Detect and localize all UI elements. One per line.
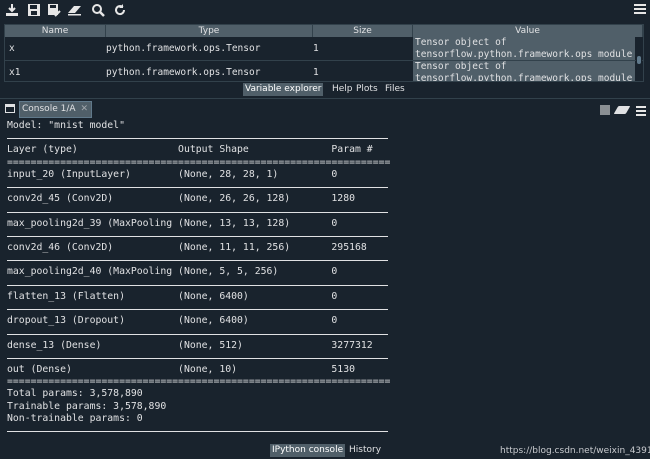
- console-rule: [7, 138, 388, 140]
- console-line: out (Dense) (None, 10) 5130: [7, 364, 355, 376]
- save-as-icon[interactable]: [46, 3, 62, 19]
- console-line: Total params: 3,578,890: [7, 388, 143, 400]
- cell-value: Tensor object of tensorflow.python.frame…: [413, 37, 635, 60]
- console-rule: [7, 284, 388, 286]
- cell-size: 1: [313, 43, 319, 54]
- tab-history[interactable]: History: [347, 444, 383, 457]
- download-icon[interactable]: [4, 3, 20, 19]
- stop-icon[interactable]: [600, 105, 610, 115]
- cell-name: x: [9, 43, 15, 54]
- console-rule: [7, 431, 388, 433]
- vertical-scrollbar[interactable]: [636, 38, 642, 80]
- pane-divider[interactable]: [0, 98, 650, 99]
- column-header-value[interactable]: Value: [413, 25, 643, 37]
- tab-console[interactable]: Console 1/A ✕: [19, 101, 92, 118]
- top-toolbar: [0, 0, 650, 22]
- console-text: Model: "mnist model" Layer (type) Output…: [7, 120, 390, 437]
- cell-value-line2: tensorflow.python.framework.ops module: [415, 72, 633, 82]
- console-menu-icon[interactable]: [636, 106, 646, 118]
- console-rule: [7, 309, 388, 311]
- cell-value: Tensor object of tensorflow.python.frame…: [413, 61, 635, 81]
- window-icon[interactable]: [5, 104, 15, 113]
- console-line: ========================================…: [7, 376, 391, 388]
- console-line: dense_13 (Dense) (None, 512) 3277312: [7, 339, 373, 351]
- console-tab-label: Console 1/A: [22, 104, 76, 114]
- tab-help[interactable]: Help: [330, 83, 355, 96]
- column-header-size[interactable]: Size: [313, 25, 413, 37]
- console-line: ========================================…: [7, 156, 391, 168]
- table-header: Name Type Size Value: [5, 25, 643, 37]
- console-line: max_pooling2d_40 (MaxPooling (None, 5, 5…: [7, 266, 338, 278]
- table-row[interactable]: x1 python.framework.ops.Tensor 1 Tensor …: [5, 61, 643, 84]
- tab-plots[interactable]: Plots: [354, 83, 380, 96]
- menu-icon[interactable]: [634, 4, 646, 16]
- cell-name: x1: [9, 67, 21, 78]
- refresh-icon[interactable]: [112, 3, 128, 19]
- console-tabbar: Console 1/A ✕: [0, 100, 650, 118]
- search-icon[interactable]: [90, 3, 106, 19]
- console-rule: [7, 211, 388, 213]
- cell-type: python.framework.ops.Tensor: [106, 43, 261, 54]
- upper-pane-tabs: Variable explorer Help Plots Files: [0, 83, 650, 96]
- cell-value-line2: tensorflow.python.framework.ops module: [415, 48, 633, 60]
- console-line: conv2d_46 (Conv2D) (None, 11, 11, 256) 2…: [7, 242, 367, 254]
- watermark: https://blog.csdn.net/weixin_43914658: [500, 446, 650, 456]
- console-rule: [7, 333, 388, 335]
- close-icon[interactable]: ✕: [80, 102, 88, 117]
- cell-value-line1: Tensor object of: [415, 37, 507, 48]
- console-line: conv2d_45 (Conv2D) (None, 26, 26, 128) 1…: [7, 193, 355, 205]
- console-rule: [7, 235, 388, 237]
- console-output[interactable]: Model: "mnist model" Layer (type) Output…: [4, 119, 644, 441]
- console-line: Model: "mnist model": [7, 120, 125, 131]
- console-line: Non-trainable params: 0: [7, 412, 143, 424]
- table-row[interactable]: x python.framework.ops.Tensor 1 Tensor o…: [5, 37, 643, 60]
- variable-explorer-table: Name Type Size Value x python.framework.…: [4, 24, 644, 82]
- column-header-type[interactable]: Type: [106, 25, 313, 37]
- save-icon[interactable]: [26, 3, 42, 19]
- column-header-name[interactable]: Name: [5, 25, 106, 37]
- console-rule: [7, 260, 388, 262]
- console-line: max_pooling2d_39 (MaxPooling (None, 13, …: [7, 217, 338, 229]
- tab-ipython-console[interactable]: IPython console: [270, 444, 346, 457]
- console-line: input_20 (InputLayer) (None, 28, 28, 1) …: [7, 168, 338, 180]
- console-rule: [7, 187, 388, 189]
- tab-files[interactable]: Files: [383, 83, 407, 96]
- console-line: Trainable params: 3,578,890: [7, 400, 167, 412]
- console-line: Layer (type) Output Shape Param #: [7, 144, 391, 156]
- cell-size: 1: [313, 67, 319, 78]
- console-rule: [7, 357, 388, 359]
- console-line: dropout_13 (Dropout) (None, 6400) 0: [7, 315, 338, 327]
- console-line: flatten_13 (Flatten) (None, 6400) 0: [7, 290, 338, 302]
- cell-type: python.framework.ops.Tensor: [106, 67, 261, 78]
- eraser-icon[interactable]: [67, 3, 83, 19]
- tab-variable-explorer[interactable]: Variable explorer: [243, 83, 324, 96]
- cell-value-line1: Tensor object of: [415, 61, 507, 72]
